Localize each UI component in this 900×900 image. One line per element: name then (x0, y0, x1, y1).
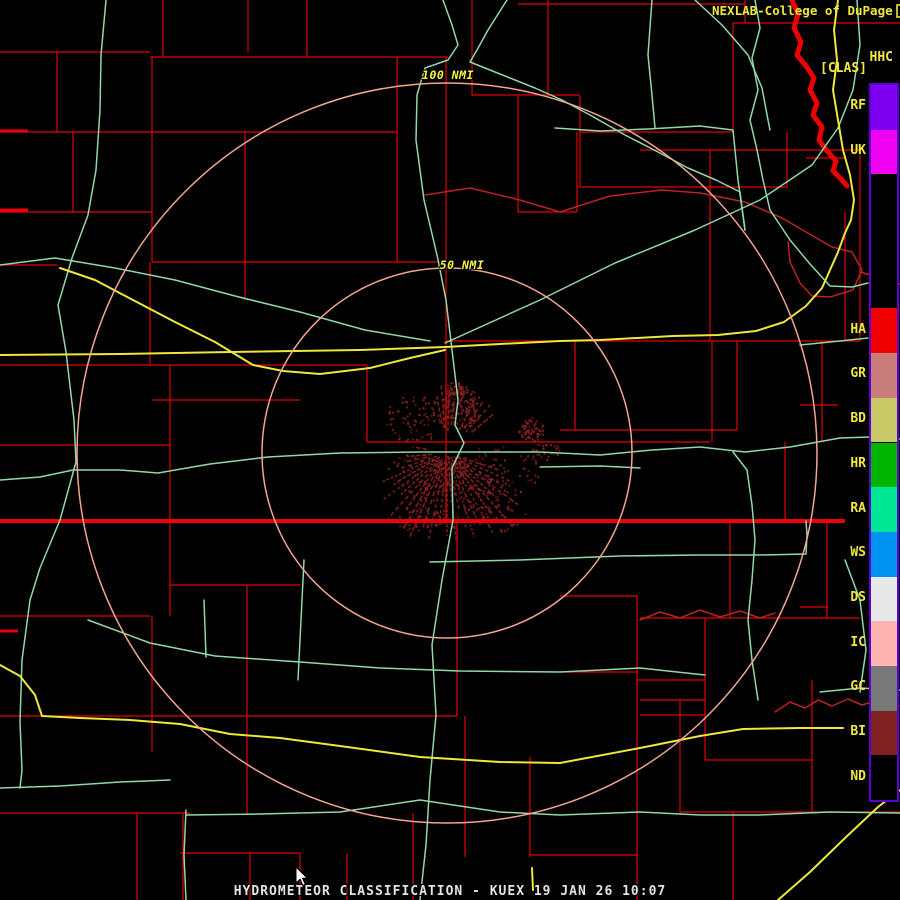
legend-label-HR: HR (850, 456, 866, 471)
legend-label-HA: HA (850, 322, 866, 337)
legend-label-BD: BD (850, 411, 866, 426)
legend-slot-blank-4 (871, 263, 897, 309)
legend-slot-IC (871, 621, 897, 666)
mode-tag-label: [CLAS] (820, 61, 867, 76)
legend-label-GR: GR (850, 366, 866, 381)
range-ring-label-100nmi: 100 NMI (422, 68, 474, 82)
mouse-cursor-icon (295, 866, 309, 887)
legend-slot-HR (871, 442, 897, 488)
hhc-color-legend (869, 83, 899, 802)
legend-label-RA: RA (850, 501, 866, 516)
legend-slot-RA (871, 487, 897, 532)
legend-label-IC: IC (850, 635, 866, 650)
legend-slot-BI (871, 710, 897, 756)
radar-map (0, 0, 900, 900)
legend-slot-GR (871, 353, 897, 398)
legend-slot-RF (871, 85, 897, 130)
radar-display: NEXLAB-College of DuPage HHC [CLAS] 100 … (0, 0, 900, 900)
legend-slot-blank-3 (871, 219, 897, 264)
product-code-label: HHC (869, 50, 893, 65)
legend-label-UK: UK (850, 143, 866, 158)
brand-text: NEXLAB-College of DuPage (712, 3, 893, 18)
legend-slot-blank-2 (871, 174, 897, 220)
legend-slot-WS (871, 531, 897, 577)
brand-link[interactable]: NEXLAB-College of DuPage (712, 3, 900, 18)
legend-slot-HA (871, 308, 897, 354)
legend-label-GC: GC (850, 679, 866, 694)
river-layer (0, 0, 900, 900)
legend-label-RF: RF (850, 98, 866, 113)
product-title: HYDROMETEOR CLASSIFICATION - KUEX 19 JAN… (233, 884, 667, 899)
legend-slot-DS (871, 576, 897, 622)
legend-label-WS: WS (850, 545, 866, 560)
echo-layer (380, 381, 561, 543)
legend-slot-UK (871, 129, 897, 175)
range-ring-label-50nmi: 50 NMI (439, 258, 485, 272)
legend-slot-ND (871, 755, 897, 800)
legend-label-BI: BI (850, 724, 866, 739)
legend-slot-BD (871, 397, 897, 443)
external-link-icon (895, 3, 900, 18)
legend-label-DS: DS (850, 590, 866, 605)
legend-label-ND: ND (850, 769, 866, 784)
legend-slot-GC (871, 665, 897, 711)
